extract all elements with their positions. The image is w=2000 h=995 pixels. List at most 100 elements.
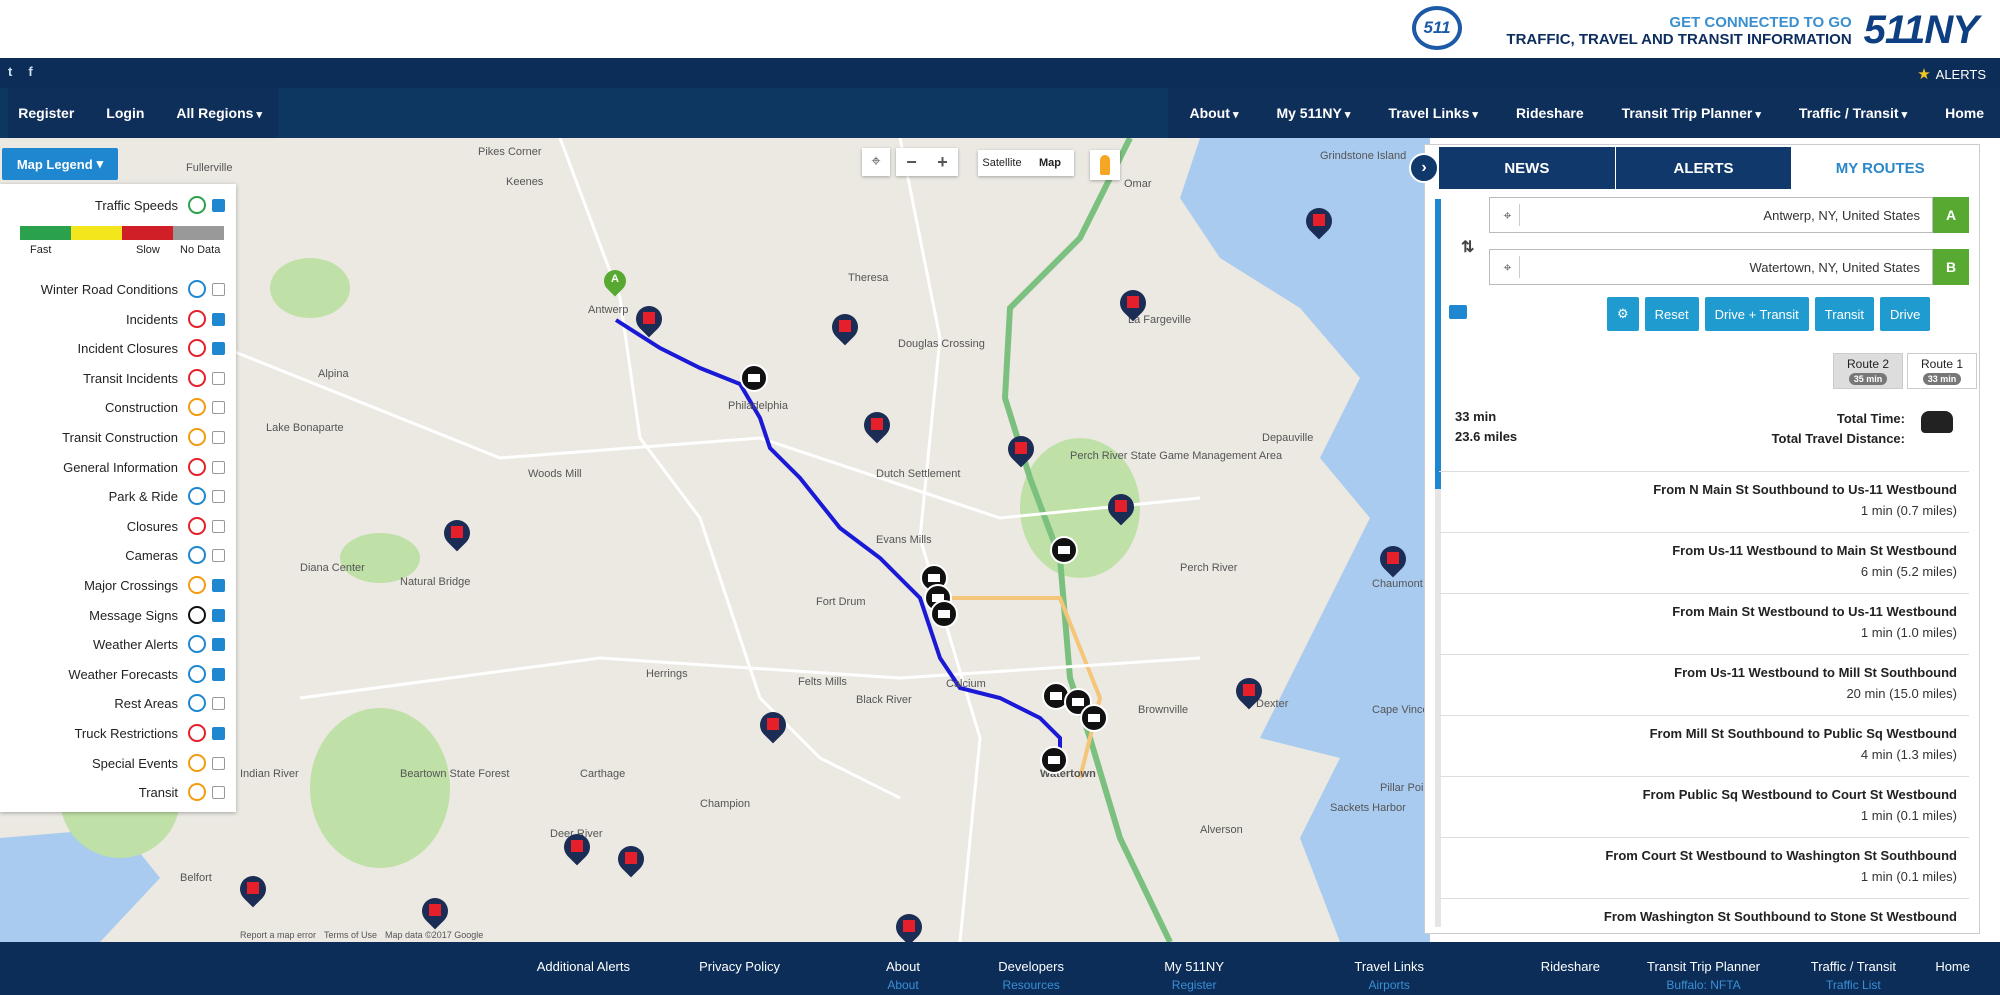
nav-about[interactable]: About [1189,105,1238,121]
nav-login[interactable]: Login [106,105,144,121]
incident-marker[interactable] [1002,430,1040,470]
route-start-marker[interactable]: A [599,265,631,300]
route-2-tab[interactable]: Route 2 35 min [1833,353,1903,389]
tab-alerts[interactable]: ALERTS [1615,147,1793,189]
nav-all-regions[interactable]: All Regions [176,105,262,121]
legend-item[interactable]: Construction [0,394,236,422]
footer-sublink[interactable]: Resources [998,978,1064,992]
destination-field[interactable]: ⌖ Watertown, NY, United States B [1489,249,1969,285]
footer-link-rideshare[interactable]: Rideshare [1541,959,1600,974]
direction-step[interactable]: From Mill St Southbound to Public Sq Wes… [1439,715,1969,776]
legend-checkbox[interactable] [212,371,225,385]
drive-button[interactable]: Drive [1880,297,1931,331]
legend-item[interactable]: Transit Incidents [0,365,236,393]
legend-checkbox[interactable] [212,519,225,533]
footer-link-privacy-policy[interactable]: Privacy Policy [699,959,780,974]
legend-item[interactable]: Truck Restrictions [0,720,236,748]
transit-button[interactable]: Transit [1814,297,1875,331]
incident-marker[interactable] [612,840,650,880]
legend-item[interactable]: Incident Closures [0,335,236,363]
footer-link-traffic-transit[interactable]: Traffic / Transit Traffic List [1811,959,1896,992]
legend-checkbox[interactable] [212,401,225,415]
incident-marker[interactable] [1114,284,1152,324]
legend-item[interactable]: Special Events [0,750,236,778]
legend-checkbox[interactable] [212,667,225,681]
nav-traffic-transit[interactable]: Traffic / Transit [1799,105,1907,121]
direction-step[interactable]: From N Main St Southbound to Us-11 Westb… [1439,471,1969,532]
locate-origin-icon[interactable]: ⌖ [1496,204,1520,226]
footer-sublink[interactable]: Traffic List [1811,978,1896,992]
nav-travel-links[interactable]: Travel Links [1388,105,1478,121]
legend-item[interactable]: Major Crossings [0,572,236,600]
legend-item[interactable]: Incidents [0,306,236,334]
message-sign-marker[interactable] [930,600,958,628]
incident-marker[interactable] [438,514,476,554]
511-seal-logo[interactable]: 511 [1412,6,1462,50]
reset-button[interactable]: Reset [1644,297,1699,331]
legend-checkbox[interactable] [212,697,225,711]
footer-sublink[interactable]: About [886,978,920,992]
legend-checkbox[interactable] [212,638,225,652]
footer-sublink[interactable]: Register [1164,978,1224,992]
brand-logo[interactable]: GET CONNECTED TO GO TRAFFIC, TRAVEL AND … [1506,8,1979,53]
terms-of-use-link[interactable]: Terms of Use [324,930,377,940]
footer-sublink[interactable]: Airports [1354,978,1424,992]
legend-item[interactable]: Weather Forecasts [0,661,236,689]
tab-my-routes[interactable]: MY ROUTES [1792,147,1970,189]
legend-checkbox[interactable] [212,756,225,770]
nav-transit-trip-planner[interactable]: Transit Trip Planner [1622,105,1761,121]
incident-marker[interactable] [1300,202,1338,242]
legend-checkbox[interactable] [212,786,225,800]
legend-checkbox[interactable] [212,579,225,592]
legend-checkbox[interactable] [212,608,225,622]
legend-item[interactable]: General Information [0,454,236,482]
legend-checkbox[interactable] [212,199,225,212]
legend-checkbox[interactable] [212,312,225,326]
settings-button[interactable]: ⚙ [1607,297,1639,331]
incident-marker[interactable] [826,308,864,348]
incident-marker[interactable] [630,300,668,340]
zoom-in-button[interactable]: + [927,148,958,176]
direction-step[interactable]: From Us-11 Westbound to Mill St Southbou… [1439,654,1969,715]
message-sign-marker[interactable] [1050,536,1078,564]
footer-link-home[interactable]: Home [1935,959,1970,974]
legend-item[interactable]: Cameras [0,542,236,570]
origin-field[interactable]: ⌖ Antwerp, NY, United States A [1489,197,1969,233]
tab-news[interactable]: NEWS [1439,147,1616,189]
satellite-button[interactable]: Satellite [978,150,1026,176]
message-sign-marker[interactable] [740,364,768,392]
incident-marker[interactable] [558,828,596,868]
twitter-icon[interactable]: t [8,64,12,79]
incident-marker[interactable] [416,892,454,932]
legend-item[interactable]: Closures [0,513,236,541]
zoom-out-button[interactable]: − [896,148,927,176]
footer-link-about[interactable]: About About [886,959,920,992]
nav-my-511ny[interactable]: My 511NY [1276,105,1350,121]
direction-step[interactable]: From Us-11 Westbound to Main St Westboun… [1439,532,1969,593]
footer-sublink[interactable]: Buffalo: NFTA [1647,978,1760,992]
nav-rideshare[interactable]: Rideshare [1516,105,1584,121]
message-sign-marker[interactable] [1080,704,1108,732]
direction-step[interactable]: From Washington St Southbound to Stone S… [1439,898,1969,928]
locate-destination-icon[interactable]: ⌖ [1496,256,1520,278]
legend-item-traffic-speeds[interactable]: Traffic Speeds [0,192,236,220]
legend-checkbox[interactable] [212,549,225,563]
alerts-link[interactable]: ★ ALERTS [1917,65,1986,83]
legend-checkbox[interactable] [212,727,225,740]
legend-item[interactable]: Winter Road Conditions [0,276,236,304]
incident-marker[interactable] [1102,488,1140,528]
legend-checkbox[interactable] [212,490,225,504]
route-1-tab[interactable]: Route 1 33 min [1907,353,1977,389]
direction-step[interactable]: From Public Sq Westbound to Court St Wes… [1439,776,1969,837]
legend-checkbox[interactable] [212,342,225,356]
collapse-panel-icon[interactable]: › [1409,153,1439,183]
footer-link-my-511ny[interactable]: My 511NY Register [1164,959,1224,992]
legend-checkbox[interactable] [212,283,225,296]
legend-checkbox[interactable] [212,431,225,444]
direction-step[interactable]: From Main St Westbound to Us-11 Westboun… [1439,593,1969,654]
footer-link-trip-planner[interactable]: Transit Trip Planner Buffalo: NFTA [1647,959,1760,992]
incident-marker[interactable] [234,870,272,910]
incident-marker[interactable] [890,908,928,942]
incident-marker[interactable] [754,706,792,746]
legend-item[interactable]: Rest Areas [0,690,236,718]
